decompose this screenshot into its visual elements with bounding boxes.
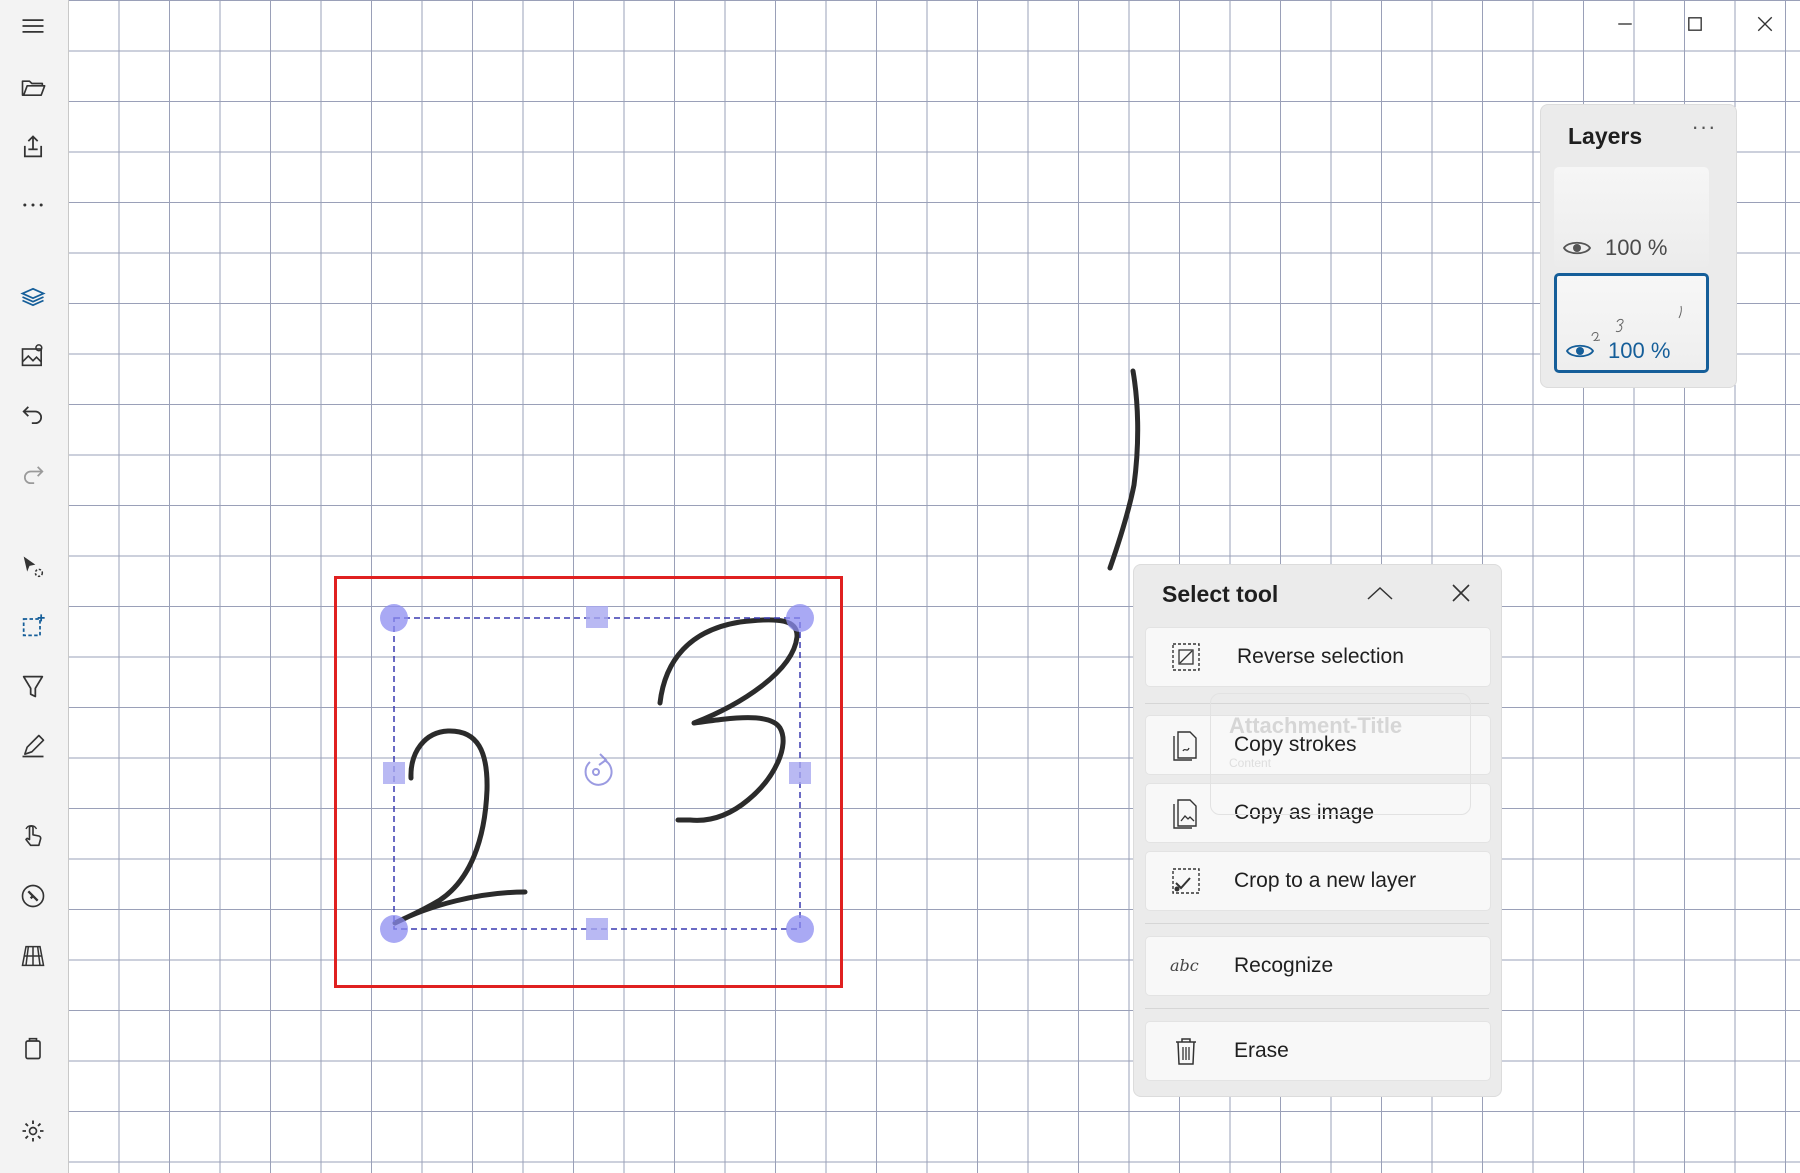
export-button[interactable] <box>10 125 56 169</box>
undo-button[interactable] <box>10 393 56 437</box>
crop-layer-icon <box>1172 868 1200 894</box>
menu-button[interactable] <box>10 4 56 48</box>
layer-item-2[interactable]: 100 % <box>1554 273 1709 373</box>
rectangle-select-icon <box>22 614 45 637</box>
ghost-attachment-title: Attachment-Title <box>1229 713 1403 738</box>
ruler-button[interactable] <box>10 874 56 918</box>
touch-hand-icon <box>25 825 42 847</box>
more-horizontal-icon <box>23 203 43 207</box>
minimize-button[interactable] <box>1590 0 1660 48</box>
divider <box>1145 1008 1489 1009</box>
copy-image-icon <box>1173 799 1197 829</box>
clipboard-button[interactable] <box>10 1026 56 1070</box>
pen-button[interactable] <box>10 724 56 768</box>
copy-strokes-icon <box>1173 731 1197 761</box>
recognize-button[interactable]: abc Recognize <box>1145 936 1491 996</box>
hamburger-icon <box>22 19 44 33</box>
ruler-compass-icon <box>21 884 45 908</box>
crop-to-new-layer-button[interactable]: Crop to a new layer <box>1145 851 1491 911</box>
grid-button[interactable] <box>10 934 56 978</box>
share-export-icon <box>23 135 43 158</box>
reverse-selection-button[interactable]: Reverse selection <box>1145 627 1491 687</box>
close-icon <box>1452 584 1470 602</box>
layers-icon <box>20 287 46 307</box>
close-icon <box>1757 16 1773 32</box>
layers-panel: Layers ··· 100 % 100 % <box>1540 104 1737 388</box>
pen-icon <box>22 734 45 758</box>
layer-opacity: 100 % <box>1605 235 1668 260</box>
reverse-selection-icon <box>1172 643 1200 671</box>
crop-to-new-layer-label: Crop to a new layer <box>1234 869 1417 892</box>
recognize-abc-icon: abc <box>1170 956 1199 975</box>
maximize-icon <box>1688 17 1702 31</box>
highlighter-icon <box>22 675 44 698</box>
close-window-button[interactable] <box>1730 0 1800 48</box>
redo-icon <box>23 466 44 485</box>
selection-highlight-box <box>334 576 843 988</box>
select-tool-panel: Select tool Reverse selection Copy strok… <box>1133 564 1502 1097</box>
eye-icon[interactable] <box>1562 238 1592 258</box>
gear-icon <box>22 1120 44 1142</box>
layers-button[interactable] <box>10 275 56 319</box>
recognize-label: Recognize <box>1234 954 1334 977</box>
collapse-button[interactable] <box>1360 575 1400 611</box>
chevron-up-icon <box>1367 586 1393 600</box>
touch-button[interactable] <box>10 814 56 858</box>
pointer-select-button[interactable] <box>10 545 56 589</box>
highlighter-button[interactable] <box>10 664 56 708</box>
settings-button[interactable] <box>10 1109 56 1153</box>
folder-open-icon <box>21 80 46 96</box>
erase-label: Erase <box>1234 1039 1289 1062</box>
left-toolbar <box>0 0 69 1173</box>
divider <box>1145 923 1489 924</box>
layers-more-button[interactable]: ··· <box>1686 116 1722 145</box>
layer-item-1[interactable]: 100 % <box>1554 167 1709 267</box>
ghost-attachment-card <box>1210 693 1471 815</box>
insert-image-button[interactable] <box>10 334 56 378</box>
clipboard-icon <box>25 1037 41 1060</box>
reverse-selection-label: Reverse selection <box>1237 645 1404 668</box>
close-panel-button[interactable] <box>1441 575 1481 611</box>
redo-button[interactable] <box>10 453 56 497</box>
pointer-select-icon <box>23 556 44 578</box>
eye-icon[interactable] <box>1565 341 1595 361</box>
maximize-button[interactable] <box>1660 0 1730 48</box>
layers-title: Layers <box>1568 123 1643 149</box>
layer-thumbnail <box>1591 305 1682 341</box>
minimize-icon <box>1618 23 1632 25</box>
ghost-attachment-subtitle: Content <box>1229 756 1272 770</box>
open-button[interactable] <box>10 65 56 109</box>
image-icon <box>21 344 43 367</box>
more-button[interactable] <box>10 183 56 227</box>
layer-opacity: 100 % <box>1608 338 1671 363</box>
undo-icon <box>22 406 43 425</box>
grid-perspective-icon <box>21 945 45 967</box>
trash-icon <box>1176 1038 1196 1065</box>
erase-button[interactable]: Erase <box>1145 1021 1491 1081</box>
select-tool-title: Select tool <box>1162 581 1279 607</box>
rectangle-select-button[interactable] <box>10 604 56 648</box>
